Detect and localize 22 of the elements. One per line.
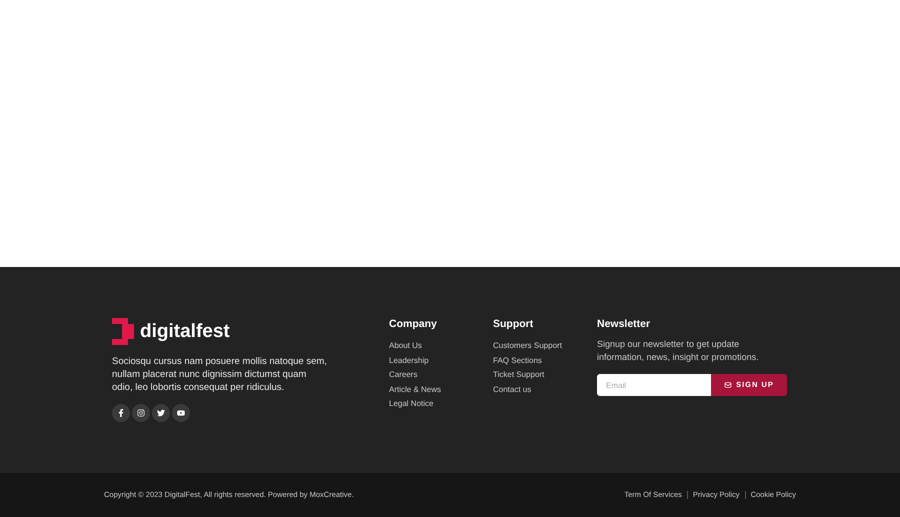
footer-link[interactable]: Careers <box>389 369 493 381</box>
footer-link[interactable]: FAQ Sections <box>493 354 597 366</box>
youtube-icon[interactable] <box>172 404 190 422</box>
brand-name: digitalfest <box>140 322 230 341</box>
newsletter-text: Signup our newsletter to get update information, news, insight or promotions. <box>597 338 760 364</box>
column-title: Support <box>493 318 534 331</box>
footer-link[interactable]: Contact us <box>493 384 597 396</box>
newsletter-title: Newsletter <box>597 318 652 331</box>
footer-link[interactable]: Legal Notice <box>389 398 493 410</box>
instagram-icon[interactable] <box>132 404 150 422</box>
footer-link[interactable]: Leadership <box>389 354 493 366</box>
footer-link[interactable]: Article & News <box>389 384 493 396</box>
facebook-icon[interactable] <box>112 404 130 422</box>
footer-link[interactable]: Ticket Support <box>493 369 597 381</box>
column-title: Company <box>389 318 438 331</box>
footer-link[interactable]: Customers Support <box>493 340 597 352</box>
logo-icon <box>112 318 134 345</box>
footer-link[interactable]: About Us <box>389 340 493 352</box>
email-field[interactable]: Email <box>597 374 711 396</box>
brand-description: Sociosqu cursus nam posuere mollis natoque sem, nullam placerat nunc dignissim dictumst quam odio, leo lobortis consequat per ridiculus. <box>112 355 327 394</box>
mail-icon <box>724 381 732 389</box>
twitter-icon[interactable] <box>152 404 170 422</box>
